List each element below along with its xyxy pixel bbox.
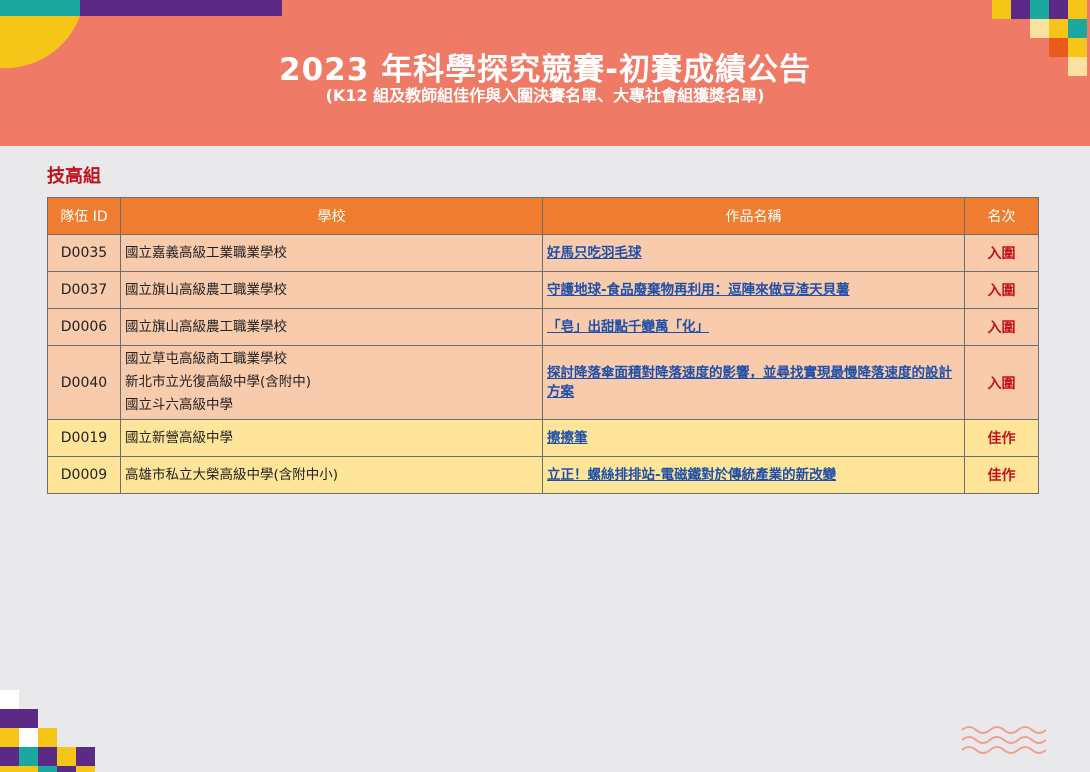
results-table: 隊伍 ID 學校 作品名稱 名次 D0035 國立嘉義高級工業職業學校 好馬只吃…	[47, 197, 1039, 494]
school-name: 國立旗山高級農工職業學校	[120, 271, 543, 309]
rank-badge: 入圍	[964, 308, 1039, 346]
school-name: 國立嘉義高級工業職業學校	[120, 234, 543, 272]
rank-badge: 佳作	[964, 419, 1039, 457]
school-list: 國立草屯高級商工職業學校 新北市立光復高級中學(含附中) 國立斗六高級中學	[120, 345, 543, 420]
page-subtitle: (K12 組及教師組佳作與入圍決賽名單、大專社會組獲獎名單)	[325, 86, 765, 105]
section-title: 技高組	[47, 166, 101, 187]
school-name: 高雄市私立大榮高級中學(含附中小)	[120, 456, 543, 494]
table-row: D0019 國立新營高級中學 擦擦筆 佳作	[47, 419, 1039, 457]
school-name: 國立斗六高級中學	[125, 397, 233, 413]
table-row: D0009 高雄市私立大榮高級中學(含附中小) 立正！螺絲排排站-電磁鐵對於傳統…	[47, 456, 1039, 494]
table-row: D0040 國立草屯高級商工職業學校 新北市立光復高級中學(含附中) 國立斗六高…	[47, 345, 1039, 420]
work-title-link[interactable]: 立正！螺絲排排站-電磁鐵對於傳統產業的新改變	[542, 456, 965, 494]
decorative-pixel-grid-bottom-left	[0, 690, 95, 772]
rank-badge: 入圍	[964, 345, 1039, 420]
work-title-link[interactable]: 好馬只吃羽毛球	[542, 234, 965, 272]
decorative-wave-lines	[961, 726, 1046, 754]
school-name: 國立草屯高級商工職業學校	[125, 351, 287, 367]
header-school: 學校	[120, 197, 543, 235]
work-title-link[interactable]: 守護地球-食品廢棄物再利用：逗陣來做豆渣天貝薯	[542, 271, 965, 309]
team-id: D0037	[47, 271, 121, 309]
header-banner: 2023 年科學探究競賽-初賽成績公告 (K12 組及教師組佳作與入圍決賽名單、…	[0, 0, 1090, 146]
table-row: D0035 國立嘉義高級工業職業學校 好馬只吃羽毛球 入圍	[47, 234, 1039, 272]
table-row: D0037 國立旗山高級農工職業學校 守護地球-食品廢棄物再利用：逗陣來做豆渣天…	[47, 271, 1039, 309]
table-header-row: 隊伍 ID 學校 作品名稱 名次	[47, 197, 1039, 235]
header-team-id: 隊伍 ID	[47, 197, 121, 235]
rank-badge: 入圍	[964, 234, 1039, 272]
team-id: D0006	[47, 308, 121, 346]
rank-badge: 佳作	[964, 456, 1039, 494]
team-id: D0035	[47, 234, 121, 272]
school-name: 國立旗山高級農工職業學校	[120, 308, 543, 346]
team-id: D0040	[47, 345, 121, 420]
work-title-link[interactable]: 擦擦筆	[542, 419, 965, 457]
work-title-link[interactable]: 探討降落傘面積對降落速度的影響，並尋找實現最慢降落速度的設計方案	[542, 345, 965, 420]
school-name: 新北市立光復高級中學(含附中)	[125, 374, 312, 390]
header-rank: 名次	[964, 197, 1039, 235]
rank-badge: 入圍	[964, 271, 1039, 309]
team-id: D0009	[47, 456, 121, 494]
work-title-link[interactable]: 「皂」出甜點千變萬「化」	[542, 308, 965, 346]
team-id: D0019	[47, 419, 121, 457]
table-row: D0006 國立旗山高級農工職業學校 「皂」出甜點千變萬「化」 入圍	[47, 308, 1039, 346]
header-work-title: 作品名稱	[542, 197, 965, 235]
school-name: 國立新營高級中學	[120, 419, 543, 457]
